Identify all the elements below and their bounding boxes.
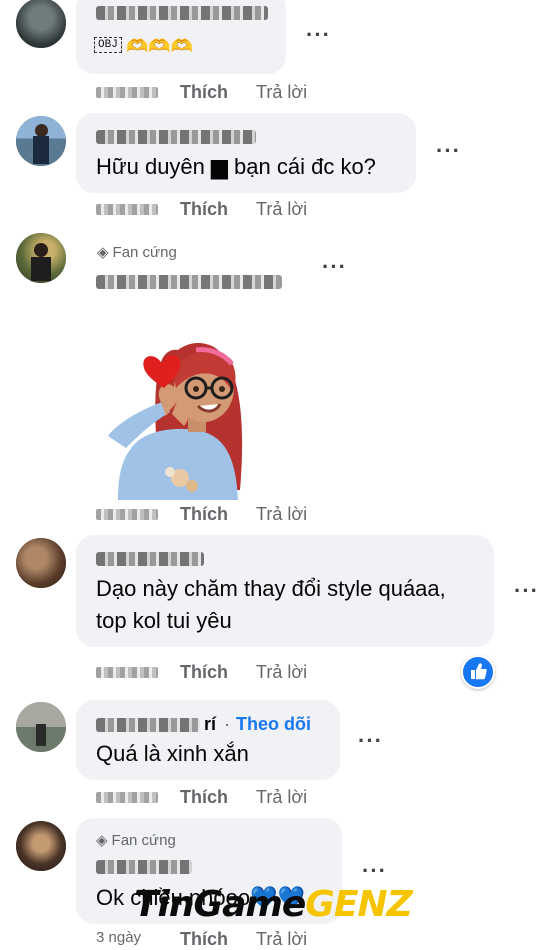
more-options-icon[interactable]: ··· — [358, 730, 383, 752]
like-button[interactable]: Thích — [180, 82, 228, 103]
comment-text: Quá là xinh xắn — [96, 741, 249, 766]
avatar[interactable] — [16, 116, 66, 166]
obj-label: OBJ — [94, 37, 122, 53]
more-options-icon[interactable]: ··· — [514, 580, 539, 602]
avatar[interactable] — [16, 233, 66, 283]
fan-badge[interactable]: ◈ Fan cứng — [97, 243, 177, 261]
comment-time[interactable] — [96, 667, 158, 678]
comment-bubble: OBJ 🫶🫶🫶 — [76, 0, 286, 74]
heart-hands-emojis: 🫶🫶🫶 — [126, 36, 194, 56]
fan-badge[interactable]: ◈ Fan cứng — [96, 831, 176, 849]
reply-button[interactable]: Trả lời — [256, 662, 307, 683]
watermark-part-1: TinGame — [134, 884, 306, 925]
more-options-icon[interactable]: ··· — [436, 140, 461, 162]
avatar[interactable] — [16, 702, 66, 752]
watermark-logo: TinGameGENZ — [134, 884, 413, 925]
comment-bubble: Hữu duyên ▆ bạn cái đc ko? — [76, 113, 416, 193]
more-options-icon[interactable]: ··· — [306, 24, 331, 46]
reply-button[interactable]: Trả lời — [256, 199, 307, 220]
commenter-name[interactable] — [96, 860, 192, 874]
comment-time[interactable]: 3 ngày — [96, 929, 141, 946]
like-reaction-icon[interactable] — [461, 655, 495, 689]
watermark-part-2: GENZ — [305, 884, 412, 925]
gem-icon: ◈ — [97, 244, 109, 261]
reply-button[interactable]: Trả lời — [256, 82, 307, 103]
commenter-name[interactable] — [96, 552, 204, 566]
avatar[interactable] — [16, 538, 66, 588]
more-options-icon[interactable]: ··· — [322, 256, 347, 278]
comment-text: Hữu duyên ▆ bạn cái đc ko? — [96, 154, 376, 179]
comment-bubble: Dạo này chăm thay đổi style quáaa, top k… — [76, 535, 494, 647]
like-button[interactable]: Thích — [180, 504, 228, 525]
like-button[interactable]: Thích — [180, 662, 228, 683]
like-button[interactable]: Thích — [180, 787, 228, 808]
commenter-name-suffix: rí — [204, 714, 217, 734]
fan-badge-label: Fan cứng — [112, 244, 177, 261]
avatar[interactable] — [16, 0, 66, 48]
comment-time[interactable] — [96, 792, 158, 803]
follow-button[interactable]: Theo dõi — [236, 714, 311, 735]
thumbs-up-icon — [471, 663, 487, 680]
commenter-name[interactable] — [96, 275, 282, 289]
reply-button[interactable]: Trả lời — [256, 504, 307, 525]
separator-dot: · — [224, 714, 230, 734]
like-button[interactable]: Thích — [180, 199, 228, 220]
comment-time[interactable] — [96, 509, 158, 520]
more-options-icon[interactable]: ··· — [362, 860, 387, 882]
commenter-name[interactable] — [96, 718, 200, 732]
avatar[interactable] — [16, 821, 66, 871]
fan-badge-label: Fan cứng — [111, 832, 176, 849]
comment-text-line-1: Dạo này chăm thay đổi style quáaa, — [96, 576, 446, 601]
gem-icon: ◈ — [96, 832, 108, 849]
comment-bubble: rí · Theo dõi Quá là xinh xắn — [76, 700, 340, 780]
comment-time[interactable] — [96, 87, 158, 98]
commenter-name[interactable] — [96, 6, 268, 20]
avatar-sticker — [108, 343, 243, 500]
comment-time[interactable] — [96, 204, 158, 215]
sticker-image[interactable] — [100, 340, 250, 502]
reply-button[interactable]: Trả lời — [256, 787, 307, 808]
commenter-name[interactable] — [96, 130, 256, 144]
comment-text-line-2: top kol tui yêu — [96, 608, 232, 633]
